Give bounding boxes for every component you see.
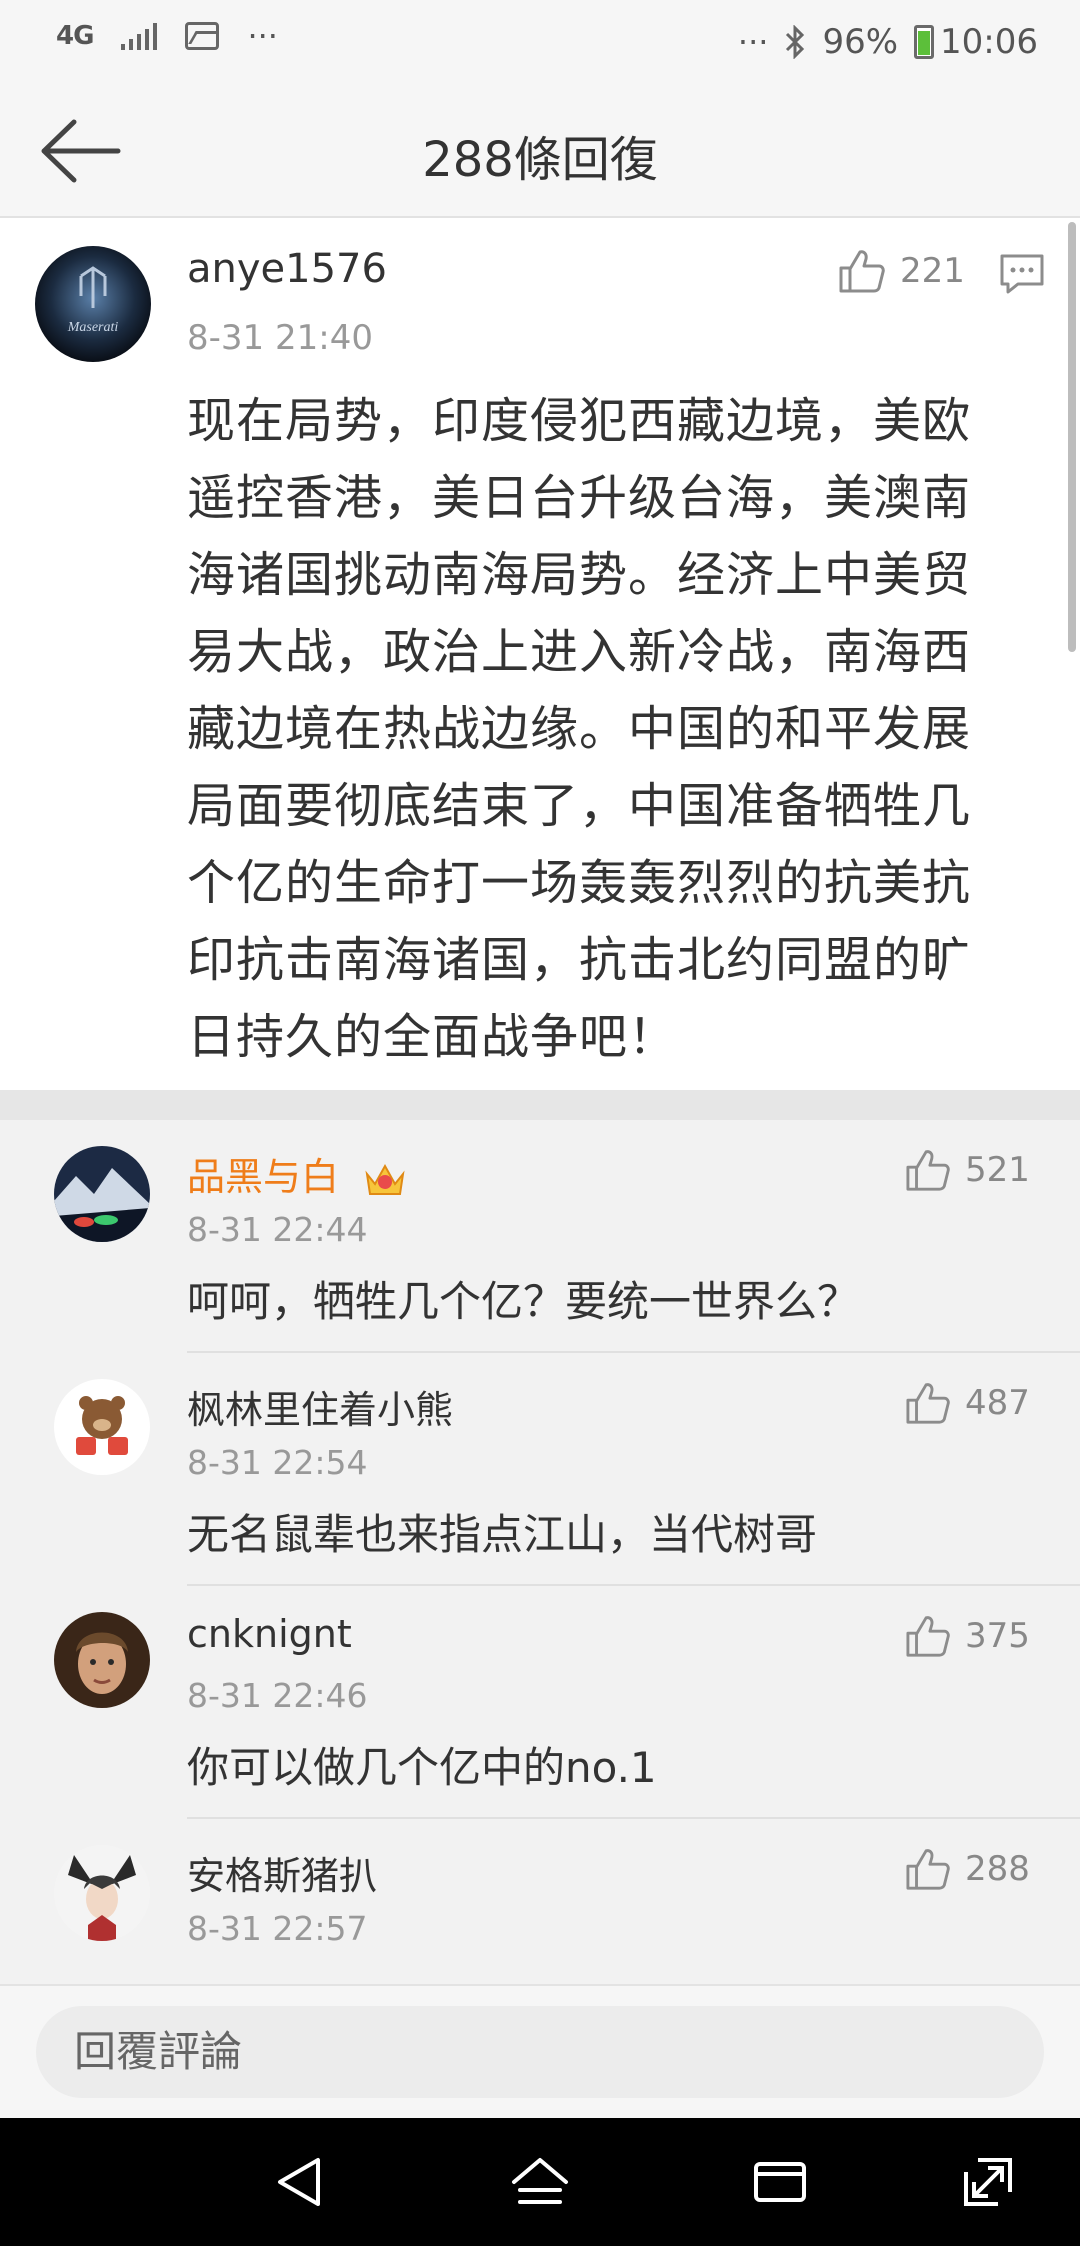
like-count: 375 bbox=[965, 1616, 1030, 1656]
like-count: 487 bbox=[965, 1383, 1030, 1423]
header: 288條回復 bbox=[0, 88, 1080, 218]
like-button[interactable]: 375 bbox=[905, 1614, 1030, 1658]
clock: 10:06 bbox=[940, 22, 1038, 62]
bluetooth-icon bbox=[786, 25, 805, 59]
thumbs-up-icon bbox=[906, 1849, 950, 1890]
like-count: 221 bbox=[900, 251, 965, 291]
nav-expand-button[interactable] bbox=[958, 2152, 1018, 2212]
comment-icon bbox=[1000, 254, 1044, 294]
avatar[interactable] bbox=[54, 1379, 150, 1475]
like-button[interactable]: 487 bbox=[905, 1381, 1030, 1425]
more-notifications-icon: ··· bbox=[247, 17, 278, 55]
main-comment: Maserati anye1576 8-31 21:40 221 现在局势，印度… bbox=[0, 218, 1080, 1090]
reply-username[interactable]: 品黑与白 bbox=[187, 1146, 407, 1201]
nav-recents-icon bbox=[754, 2162, 806, 2202]
avatar-logo-text: Maserati bbox=[67, 320, 119, 335]
battery-percent: 96% bbox=[822, 22, 899, 62]
avatar[interactable] bbox=[54, 1845, 150, 1941]
list-item[interactable]: 品黑与白 8-31 22:44 521 呵呵，牺牲几个亿？要统一世界么？ bbox=[0, 1120, 1080, 1353]
thumbs-up-icon bbox=[906, 1383, 950, 1424]
reply-input[interactable]: 回覆評論 bbox=[36, 2006, 1044, 2098]
scrollbar[interactable] bbox=[1068, 222, 1076, 652]
signal-icon bbox=[121, 22, 158, 50]
image-notification-icon bbox=[185, 22, 220, 50]
reply-button[interactable] bbox=[998, 250, 1046, 298]
list-item[interactable]: 枫林里住着小熊 8-31 22:54 487 无名鼠辈也来指点江山，当代树哥 bbox=[0, 1353, 1080, 1586]
avatar[interactable] bbox=[54, 1146, 150, 1242]
like-button[interactable]: 521 bbox=[905, 1148, 1030, 1192]
reply-timestamp: 8-31 22:44 bbox=[187, 1210, 368, 1249]
replies-list: 品黑与白 8-31 22:44 521 呵呵，牺牲几个亿？要统一世界么？ 枫林里… bbox=[0, 1120, 1080, 1984]
avatar[interactable]: Maserati bbox=[35, 246, 151, 362]
reply-timestamp: 8-31 22:46 bbox=[187, 1676, 368, 1715]
vip-crown-icon bbox=[365, 1163, 405, 1195]
post-timestamp: 8-31 21:40 bbox=[187, 318, 373, 358]
system-nav-bar bbox=[0, 2118, 1080, 2246]
reply-bar: 回覆評論 bbox=[0, 1984, 1080, 2118]
like-button[interactable]: 288 bbox=[905, 1847, 1030, 1891]
reply-username-text: 品黑与白 bbox=[187, 1155, 340, 1199]
like-button[interactable]: 221 bbox=[838, 248, 965, 294]
like-count: 521 bbox=[965, 1150, 1030, 1190]
nav-home-button[interactable] bbox=[510, 2152, 570, 2212]
reply-text: 无名鼠辈也来指点江山，当代树哥 bbox=[187, 1510, 818, 1559]
avatar[interactable] bbox=[54, 1612, 150, 1708]
list-item[interactable]: 安格斯猪扒 8-31 22:57 288 bbox=[0, 1819, 1080, 1984]
reply-text: 你可以做几个亿中的no.1 bbox=[187, 1743, 657, 1792]
list-item[interactable]: cnknignt 8-31 22:46 375 你可以做几个亿中的no.1 bbox=[0, 1586, 1080, 1819]
reply-timestamp: 8-31 22:54 bbox=[187, 1443, 368, 1482]
reply-text: 呵呵，牺牲几个亿？要统一世界么？ bbox=[187, 1277, 860, 1326]
reply-timestamp: 8-31 22:57 bbox=[187, 1909, 368, 1948]
nav-back-button[interactable] bbox=[270, 2152, 330, 2212]
thumbs-up-icon bbox=[839, 250, 885, 293]
nav-home-icon bbox=[512, 2158, 568, 2204]
status-more-icon: ··· bbox=[737, 23, 769, 61]
battery-icon bbox=[914, 25, 935, 59]
post-username[interactable]: anye1576 bbox=[187, 246, 387, 292]
expand-icon bbox=[964, 2158, 1012, 2206]
like-count: 288 bbox=[965, 1849, 1030, 1889]
network-4g-icon: 4G bbox=[56, 21, 94, 51]
nav-back-icon bbox=[278, 2158, 320, 2206]
post-body: 现在局势，印度侵犯西藏边境，美欧遥控香港，美日台升级台海，美澳南海诸国挑动南海局… bbox=[187, 393, 972, 1065]
thumbs-up-icon bbox=[906, 1616, 950, 1657]
status-bar: 4G ··· ··· 96% 10:06 bbox=[0, 0, 1080, 88]
reply-username[interactable]: cnknignt bbox=[187, 1612, 352, 1656]
reply-username[interactable]: 枫林里住着小熊 bbox=[187, 1379, 453, 1434]
reply-username[interactable]: 安格斯猪扒 bbox=[187, 1845, 377, 1900]
thumbs-up-icon bbox=[906, 1150, 950, 1191]
section-divider bbox=[0, 1090, 1080, 1120]
page-title: 288條回復 bbox=[422, 132, 658, 188]
nav-recents-button[interactable] bbox=[750, 2152, 810, 2212]
